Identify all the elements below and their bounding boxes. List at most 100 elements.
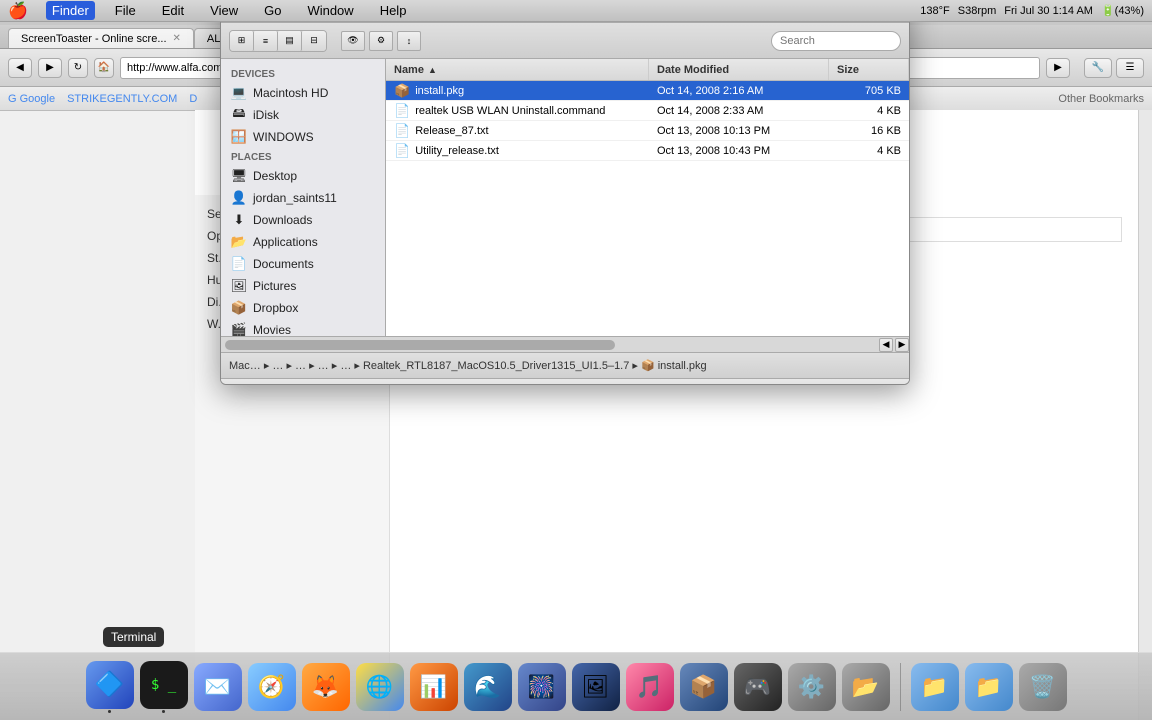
wordperfect-dock-icon: 📊 bbox=[410, 663, 458, 711]
menu-edit[interactable]: Edit bbox=[156, 1, 190, 20]
bookmark-strikegently[interactable]: STRIKEGENTLY.COM bbox=[67, 93, 177, 105]
action-btn[interactable]: ⚙ bbox=[369, 31, 393, 51]
sidebar-item-movies[interactable]: 🎬 Movies bbox=[221, 319, 385, 336]
dock-item-dreamweaver[interactable]: 🌊 bbox=[464, 663, 512, 711]
arrange-btn[interactable]: ↕ bbox=[397, 31, 421, 51]
hscroll-thumb[interactable] bbox=[225, 340, 615, 350]
tab1-label: ScreenToaster - Online scre... bbox=[21, 33, 167, 45]
dock-item-trash[interactable]: 🗑️ bbox=[1019, 663, 1067, 711]
pictures-label: Pictures bbox=[253, 279, 296, 293]
sidebar-item-pictures[interactable]: 🖼 Pictures bbox=[221, 275, 385, 297]
dock-item-fireworks[interactable]: 🎆 bbox=[518, 663, 566, 711]
col-header-size[interactable]: Size bbox=[829, 59, 909, 80]
column-view-btn[interactable]: ▤ bbox=[278, 31, 302, 51]
finder-search-input[interactable] bbox=[771, 31, 901, 51]
dock-item-folder2[interactable]: 📁 bbox=[965, 663, 1013, 711]
dock-item-folder1[interactable]: 📁 bbox=[911, 663, 959, 711]
dock-item-photoshop[interactable]: 🖼 bbox=[572, 663, 620, 711]
bookmark-google[interactable]: G Google bbox=[8, 93, 55, 105]
finder-path-bar: Mac… ▸ … ▸ … ▸ … ▸ … ▸ Realtek_RTL8187_M… bbox=[221, 352, 909, 378]
file-row-install-pkg[interactable]: 📦 install.pkg Oct 14, 2008 2:16 AM 705 K… bbox=[386, 81, 909, 101]
sysprefs-dock-icon: ⚙️ bbox=[788, 663, 836, 711]
quick-look-btn[interactable]: 👁 bbox=[341, 31, 365, 51]
coverflow-view-btn[interactable]: ⊟ bbox=[302, 31, 326, 51]
sidebar-item-jordan-saints11[interactable]: 👤 jordan_saints11 bbox=[221, 187, 385, 209]
dock-item-wordperfect[interactable]: 📊 bbox=[410, 663, 458, 711]
forward-button[interactable]: ▶ bbox=[38, 58, 62, 78]
dock-item-virtualbox[interactable]: 📦 bbox=[680, 663, 728, 711]
home-button[interactable]: 🏠 bbox=[94, 58, 114, 78]
list-view-btn[interactable]: ≡ bbox=[254, 31, 278, 51]
applications-label: Applications bbox=[253, 235, 318, 249]
menu-window[interactable]: Window bbox=[301, 1, 359, 20]
menu-button[interactable]: ☰ bbox=[1116, 58, 1144, 78]
icon-view-btn[interactable]: ⊞ bbox=[230, 31, 254, 51]
extensions-button[interactable]: 🔧 bbox=[1084, 58, 1112, 78]
dock: 🔷 Finder $ _ ✉️ 🧭 🦊 🌐 📊 🌊 🎆 🖼 🎵 📦 🎮 bbox=[0, 652, 1152, 720]
utility-release-size: 4 KB bbox=[829, 145, 909, 157]
sidebar-item-downloads[interactable]: ⬇ Downloads bbox=[221, 209, 385, 231]
sidebar-item-documents[interactable]: 📄 Documents bbox=[221, 253, 385, 275]
sidebar-item-applications[interactable]: 📂 Applications bbox=[221, 231, 385, 253]
applications-icon: 📂 bbox=[231, 234, 247, 250]
finder-hscroll[interactable]: ◀ ▶ bbox=[221, 336, 909, 352]
release87-size: 16 KB bbox=[829, 125, 909, 137]
browser-tab-1[interactable]: ScreenToaster - Online scre... ✕ bbox=[8, 28, 194, 48]
menu-rpm: S38rpm bbox=[958, 5, 997, 17]
sidebar-item-desktop[interactable]: 🖥 Desktop bbox=[221, 165, 385, 187]
path-next-btn[interactable]: ▶ bbox=[895, 338, 909, 352]
dock-item-itunes[interactable]: 🎵 bbox=[626, 663, 674, 711]
menu-go[interactable]: Go bbox=[258, 1, 287, 20]
tab1-close[interactable]: ✕ bbox=[173, 33, 181, 44]
other-bookmarks[interactable]: Other Bookmarks bbox=[1058, 93, 1144, 105]
dropbox-icon: 📦 bbox=[231, 300, 247, 316]
sidebar-item-macintosh-hd[interactable]: 💻 Macintosh HD bbox=[221, 82, 385, 104]
virtualbox-dock-icon: 📦 bbox=[680, 663, 728, 711]
menu-file[interactable]: File bbox=[109, 1, 142, 20]
menubar: 🍎 Finder File Edit View Go Window Help 1… bbox=[0, 0, 1152, 22]
macintosh-hd-label: Macintosh HD bbox=[253, 86, 328, 100]
dreamweaver-dock-icon: 🌊 bbox=[464, 663, 512, 711]
path-arrows: ◀ ▶ bbox=[879, 338, 909, 352]
file-row-realtek-usb[interactable]: 📄 realtek USB WLAN Uninstall.command Oct… bbox=[386, 101, 909, 121]
dock-item-finder[interactable]: 🔷 Finder bbox=[86, 661, 134, 713]
file-row-release87[interactable]: 📄 Release_87.txt Oct 13, 2008 10:13 PM 1… bbox=[386, 121, 909, 141]
col-header-name[interactable]: Name ▲ bbox=[386, 59, 649, 80]
dock-item-safari[interactable]: 🧭 bbox=[248, 663, 296, 711]
col-header-date[interactable]: Date Modified bbox=[649, 59, 829, 80]
dock-item-steam[interactable]: 🎮 bbox=[734, 663, 782, 711]
menu-view[interactable]: View bbox=[204, 1, 244, 20]
dock-item-sysprefs[interactable]: ⚙️ bbox=[788, 663, 836, 711]
desktop-icon: 🖥 bbox=[231, 168, 247, 184]
terminal-tooltip: Terminal bbox=[103, 627, 164, 647]
dock-item-firefox[interactable]: 🦊 bbox=[302, 663, 350, 711]
refresh-button[interactable]: ↻ bbox=[68, 58, 88, 78]
dock-item-terminal[interactable]: $ _ bbox=[140, 661, 188, 713]
sidebar-item-dropbox[interactable]: 📦 Dropbox bbox=[221, 297, 385, 319]
menubar-right: 138°F S38rpm Fri Jul 30 1:14 AM 🔋(43%) bbox=[920, 4, 1144, 17]
path-prev-btn[interactable]: ◀ bbox=[879, 338, 893, 352]
dock-item-mail[interactable]: ✉️ bbox=[194, 663, 242, 711]
sidebar-item-windows[interactable]: 🪟 WINDOWS bbox=[221, 126, 385, 148]
dock-item-directory[interactable]: 📂 bbox=[842, 663, 890, 711]
dock-item-chrome[interactable]: 🌐 bbox=[356, 663, 404, 711]
apple-menu[interactable]: 🍎 bbox=[8, 1, 28, 21]
directory-dock-icon: 📂 bbox=[842, 663, 890, 711]
back-button[interactable]: ◀ bbox=[8, 58, 32, 78]
dropbox-label: Dropbox bbox=[253, 301, 298, 315]
movies-label: Movies bbox=[253, 323, 291, 336]
menu-finder[interactable]: Finder bbox=[46, 1, 95, 20]
folder1-dock-icon: 📁 bbox=[911, 663, 959, 711]
view-mode-group: ⊞ ≡ ▤ ⊟ bbox=[229, 30, 327, 52]
itunes-dock-icon: 🎵 bbox=[626, 663, 674, 711]
sort-arrow: ▲ bbox=[428, 65, 437, 75]
bookmark-d[interactable]: D bbox=[189, 93, 197, 105]
sidebar-item-idisk[interactable]: 🖴 iDisk bbox=[221, 104, 385, 126]
movies-icon: 🎬 bbox=[231, 322, 247, 336]
finder-running-dot bbox=[108, 710, 111, 713]
go-button[interactable]: ▶ bbox=[1046, 58, 1070, 78]
menu-help[interactable]: Help bbox=[374, 1, 413, 20]
file-row-utility-release[interactable]: 📄 Utility_release.txt Oct 13, 2008 10:43… bbox=[386, 141, 909, 161]
terminal-dock-icon: $ _ bbox=[140, 661, 188, 709]
release87-name: Release_87.txt bbox=[415, 125, 488, 137]
